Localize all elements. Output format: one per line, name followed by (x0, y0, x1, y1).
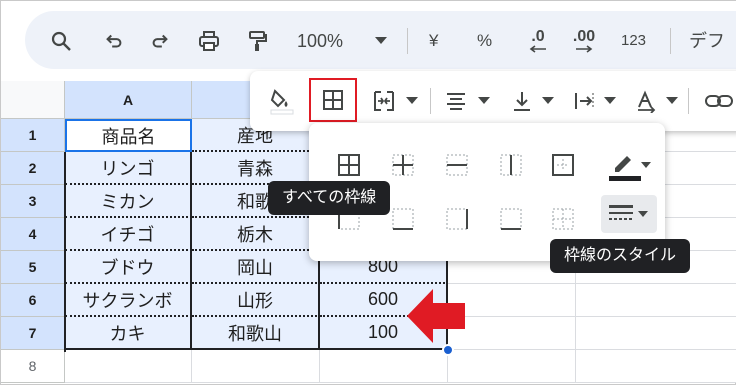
currency-format-button[interactable]: ¥ (429, 25, 438, 57)
row-number: 2 (28, 160, 37, 176)
row-header[interactable]: 6 (1, 284, 65, 317)
row-number: 3 (28, 193, 37, 209)
cell-e6[interactable] (576, 284, 736, 317)
cell-d6[interactable] (448, 284, 576, 317)
cell-a8[interactable] (65, 350, 192, 383)
row-header[interactable]: 4 (1, 218, 65, 251)
all-borders-option-icon[interactable] (335, 151, 363, 179)
cell-e7[interactable] (576, 317, 736, 350)
inner-borders-option-icon[interactable] (389, 151, 417, 179)
redo-icon[interactable] (145, 25, 175, 57)
top-border-option-icon[interactable] (389, 205, 417, 233)
percent-format-button[interactable]: % (477, 25, 492, 57)
cell-b7[interactable]: 和歌山 (192, 317, 320, 350)
column-header-label: A (122, 91, 134, 108)
select-all-corner[interactable] (1, 81, 65, 119)
cell-b8[interactable] (192, 350, 320, 383)
row-number: 6 (28, 292, 37, 308)
rotation-dropdown-icon[interactable] (664, 83, 680, 119)
row-number: 7 (28, 325, 37, 341)
right-border-option-icon[interactable] (443, 205, 471, 233)
row-header[interactable]: 8 (1, 350, 65, 383)
cell-a3[interactable]: ミカン (65, 185, 192, 218)
paint-format-icon[interactable] (241, 25, 273, 57)
vertical-borders-option-icon[interactable] (497, 151, 525, 179)
search-icon[interactable] (45, 25, 77, 57)
border-style-button[interactable] (601, 195, 657, 233)
undo-icon[interactable] (99, 25, 129, 57)
align-dropdown-icon[interactable] (476, 83, 492, 119)
selection-left-border (64, 152, 66, 352)
cell-a6[interactable]: サクランボ (65, 284, 192, 317)
arrow-left-icon (529, 45, 546, 53)
toolbar-divider (407, 28, 408, 54)
all-borders-tooltip: すべての枠線 (268, 181, 391, 215)
red-arrow-annotation (407, 289, 465, 343)
row-header[interactable]: 3 (1, 185, 65, 218)
outer-borders-option-icon[interactable] (549, 151, 577, 179)
row-header[interactable]: 2 (1, 152, 65, 185)
zoom-dropdown-icon[interactable] (371, 25, 391, 57)
toolbar-divider (688, 88, 689, 114)
borders-button[interactable] (309, 78, 357, 122)
decrease-decimal-button[interactable]: .0 (521, 25, 555, 57)
text-wrap-icon[interactable] (568, 83, 600, 119)
pencil-icon (609, 156, 651, 181)
text-rotation-icon[interactable] (630, 83, 662, 119)
cell-b6[interactable]: 山形 (192, 284, 320, 317)
zoom-value[interactable]: 100% (297, 25, 343, 57)
border-color-button[interactable] (607, 151, 655, 181)
cell-c8[interactable] (320, 350, 448, 383)
row-number: 1 (28, 127, 37, 143)
bottom-border-option-icon[interactable] (497, 205, 525, 233)
row-header[interactable]: 7 (1, 317, 65, 350)
cell-d7[interactable] (448, 317, 576, 350)
horizontal-align-icon[interactable] (440, 83, 472, 119)
cell-d8[interactable] (448, 350, 576, 383)
arrow-right-icon (576, 45, 593, 53)
row-number: 8 (28, 358, 37, 374)
border-style-icon (609, 205, 648, 220)
row-header[interactable]: 5 (1, 251, 65, 284)
toolbar-divider (430, 88, 431, 114)
row-number: 4 (28, 226, 37, 242)
merge-cells-icon[interactable] (368, 83, 400, 119)
format-toolbar-overlay (250, 71, 736, 131)
cell-a7[interactable]: カキ (65, 317, 192, 350)
fill-handle[interactable] (442, 344, 454, 356)
all-borders-icon (323, 90, 343, 110)
wrap-dropdown-icon[interactable] (602, 83, 618, 119)
main-toolbar: 100% ¥ % .0 .00 123 デフ (1, 1, 736, 81)
insert-link-icon[interactable] (702, 83, 736, 119)
clear-borders-option-icon[interactable] (549, 205, 577, 233)
row-header[interactable]: 1 (1, 119, 65, 152)
toolbar-divider (670, 28, 671, 54)
cell-b5[interactable]: 岡山 (192, 251, 320, 284)
row-number: 5 (28, 259, 37, 275)
cell-e8[interactable] (576, 350, 736, 383)
column-header-a[interactable]: A (65, 81, 192, 119)
font-name-select[interactable]: デフ (689, 25, 725, 57)
cell-a4[interactable]: イチゴ (65, 218, 192, 251)
cell-a5[interactable]: ブドウ (65, 251, 192, 284)
cell-b4[interactable]: 栃木 (192, 218, 320, 251)
valign-dropdown-icon[interactable] (540, 83, 556, 119)
horizontal-borders-option-icon[interactable] (443, 151, 471, 179)
number-format-button[interactable]: 123 (621, 25, 646, 57)
vertical-align-icon[interactable] (506, 83, 538, 119)
cell-a2[interactable]: リンゴ (65, 152, 192, 185)
increase-decimal-label: .00 (572, 28, 596, 45)
border-style-tooltip: 枠線のスタイル (550, 239, 691, 273)
print-icon[interactable] (193, 25, 225, 57)
increase-decimal-button[interactable]: .00 (567, 25, 601, 57)
fill-color-icon[interactable] (264, 83, 300, 119)
merge-dropdown-icon[interactable] (404, 83, 420, 119)
cell-a1[interactable]: 商品名 (65, 119, 192, 152)
decrease-decimal-label: .0 (531, 28, 545, 45)
